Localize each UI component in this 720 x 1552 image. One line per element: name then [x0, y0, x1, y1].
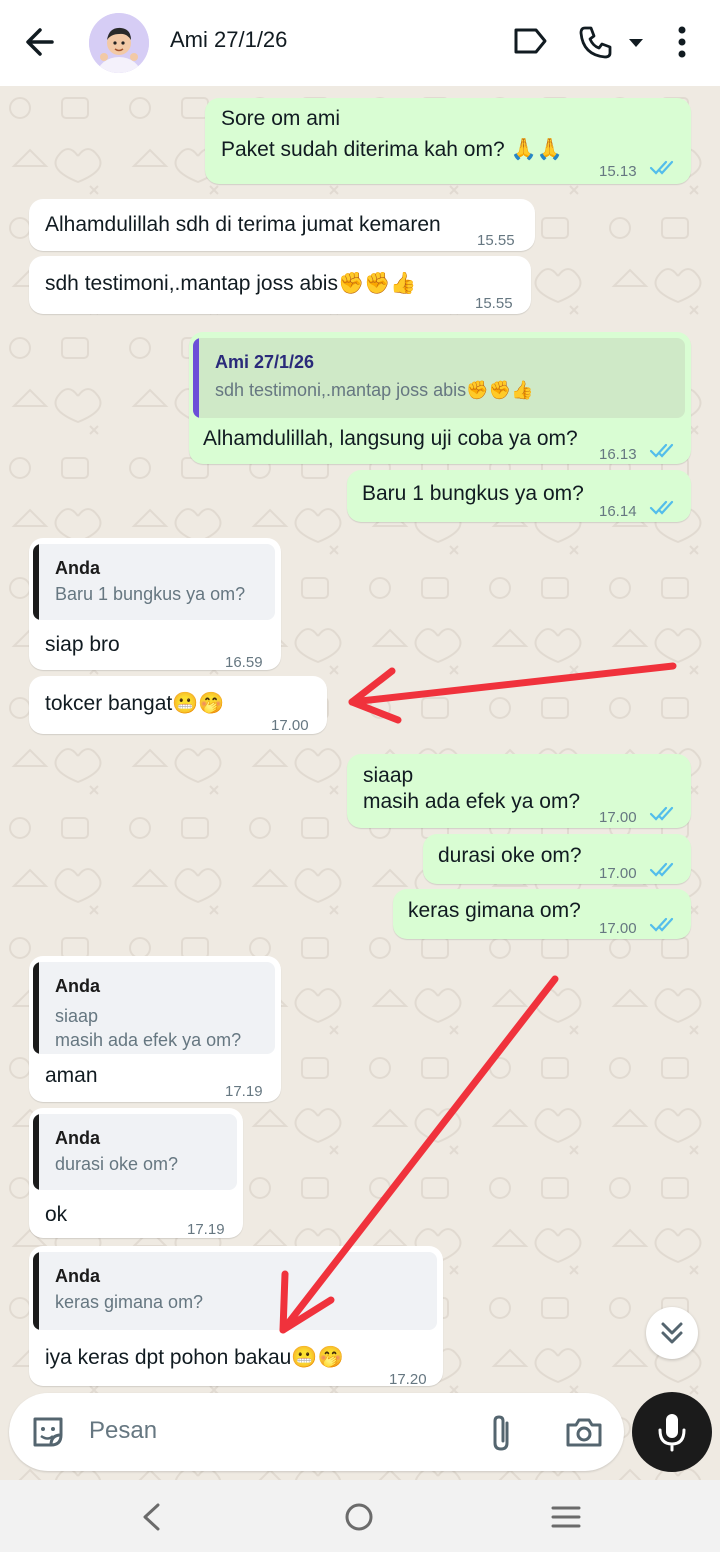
sticker-icon[interactable]	[29, 1413, 67, 1456]
annotation-arrows	[279, 662, 677, 1334]
system-navigation-bar	[0, 1480, 720, 1552]
nav-back-icon[interactable]	[138, 1502, 164, 1537]
annotation-arrow	[279, 975, 559, 1334]
camera-icon[interactable]	[564, 1415, 604, 1454]
scroll-to-bottom-button[interactable]	[646, 1307, 698, 1359]
chat-area[interactable]: Sore om ami Paket sudah diterima kah om?…	[0, 86, 720, 1480]
double-chevron-down-icon	[661, 1322, 683, 1344]
message-composer[interactable]: Pesan	[9, 1393, 624, 1471]
microphone-icon	[658, 1414, 686, 1452]
contact-avatar[interactable]	[89, 13, 149, 73]
back-arrow-icon[interactable]	[22, 24, 62, 60]
nav-home-icon[interactable]	[344, 1502, 374, 1537]
annotation-arrow	[348, 662, 677, 724]
nav-recents-icon[interactable]	[550, 1504, 582, 1535]
contact-name[interactable]: Ami 27/1/26	[170, 27, 287, 53]
label-tag-icon[interactable]	[512, 26, 548, 61]
caret-down-icon[interactable]	[627, 36, 645, 54]
phone-icon[interactable]	[577, 24, 613, 65]
microphone-button[interactable]	[632, 1392, 712, 1472]
message-input[interactable]: Pesan	[89, 1417, 157, 1445]
chat-header: Ami 27/1/26	[0, 0, 720, 86]
paperclip-icon[interactable]	[487, 1413, 517, 1458]
more-vertical-icon[interactable]	[672, 24, 692, 65]
